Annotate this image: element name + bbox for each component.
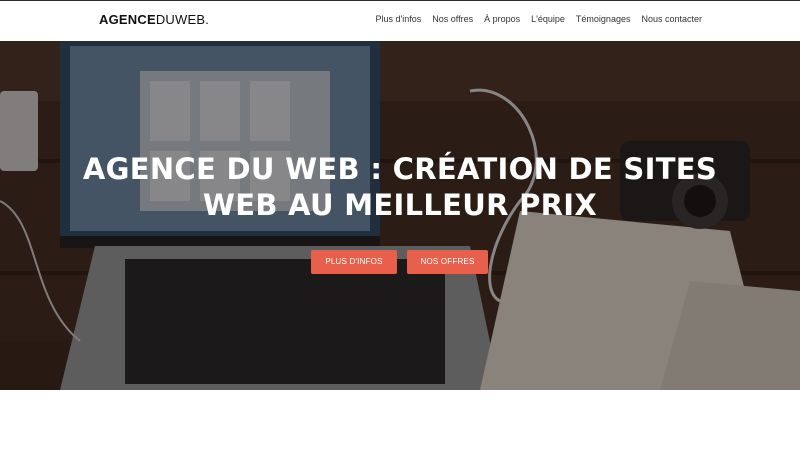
hero-title-line-2: WEB AU MEILLEUR PRIX [202,188,598,222]
nav-menu: Plus d'infos Nos offres À propos L'équip… [376,14,702,24]
plus-infos-button[interactable]: PLUS D'INFOS [311,250,397,274]
nav-item-equipe[interactable]: L'équipe [531,14,565,24]
hero-section: AGENCE DU WEB : CRÉATION DE SITES WEB AU… [0,41,800,390]
hero-title: AGENCE DU WEB : CRÉATION DE SITES WEB AU… [0,151,800,223]
nav-item-temoignages[interactable]: Témoignages [576,14,631,24]
brand-logo[interactable]: AGENCEDUWEB. [99,12,209,27]
nav-item-plus-infos[interactable]: Plus d'infos [376,14,422,24]
hero-title-line-1: AGENCE DU WEB : CRÉATION DE SITES [82,152,718,186]
nav-item-nos-offres[interactable]: Nos offres [432,14,473,24]
nav-item-a-propos[interactable]: À propos [484,14,520,24]
page: AGENCEDUWEB. Plus d'infos Nos offres À p… [0,0,800,449]
nos-offres-button[interactable]: NOS OFFRES [407,250,488,274]
top-navbar: AGENCEDUWEB. Plus d'infos Nos offres À p… [0,0,800,41]
brand-part-bold: AGENCE [99,12,156,27]
brand-part-light: DUWEB. [155,12,210,27]
nav-item-nous-contacter[interactable]: Nous contacter [641,14,702,24]
